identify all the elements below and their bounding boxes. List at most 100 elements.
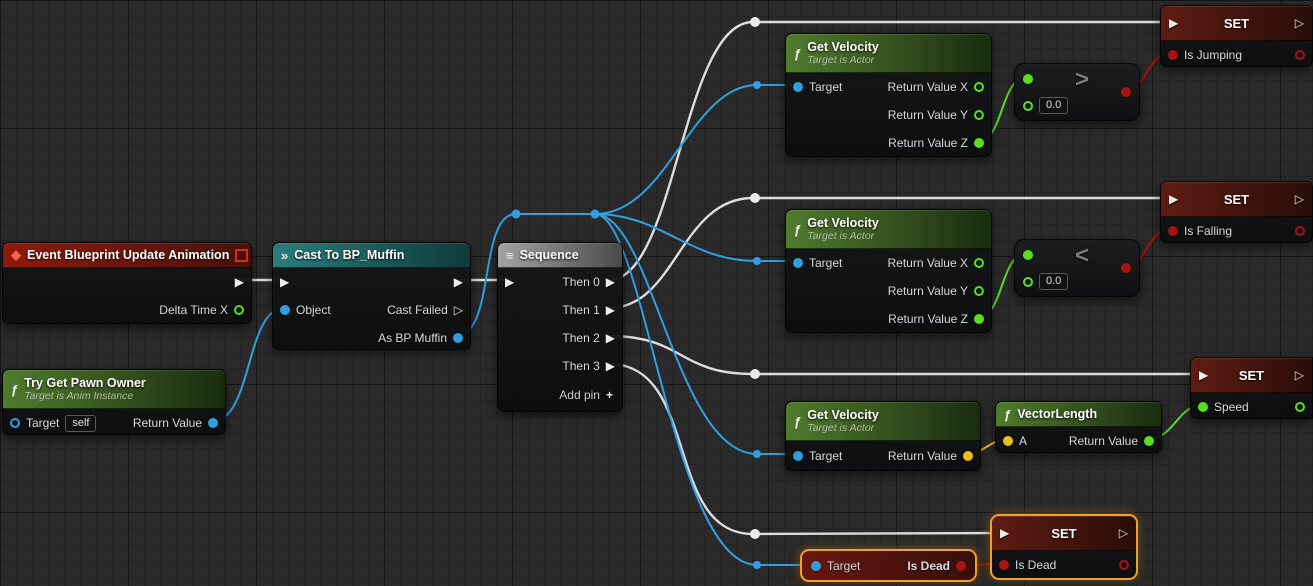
compare-result-pin[interactable] bbox=[1121, 87, 1131, 97]
compare-result-pin[interactable] bbox=[1121, 263, 1131, 273]
is-falling-out-pin[interactable] bbox=[1295, 226, 1305, 236]
reroute-obj-4[interactable] bbox=[753, 257, 761, 265]
event-blueprint-update-animation-node[interactable]: ◈ Event Blueprint Update Animation ▶ Del… bbox=[2, 242, 252, 324]
is-jumping-out-pin[interactable] bbox=[1295, 50, 1305, 60]
target-pin[interactable] bbox=[10, 418, 20, 428]
delta-time-pin[interactable] bbox=[234, 305, 244, 315]
greater-than-node[interactable]: > 0.0 bbox=[1014, 63, 1140, 121]
reroute-obj-1[interactable] bbox=[511, 209, 521, 219]
set-is-jumping-node[interactable]: ▶ SET ▷ Is Jumping bbox=[1160, 5, 1313, 67]
get-velocity-node-3[interactable]: ƒ Get Velocity Target is Actor Target Re… bbox=[785, 401, 981, 471]
exec-out-pin[interactable]: ▷ bbox=[1119, 527, 1128, 539]
pin-label: Return Value Z bbox=[888, 312, 968, 326]
try-get-pawn-owner-node[interactable]: ƒ Try Get Pawn Owner Target is Anim Inst… bbox=[2, 369, 226, 435]
node-header[interactable]: ≡ Sequence bbox=[498, 243, 622, 268]
add-pin-button[interactable]: Add pin + bbox=[498, 380, 622, 410]
reroute-exec-4[interactable] bbox=[750, 529, 760, 539]
node-header[interactable]: ƒ Get Velocity Target is Actor bbox=[786, 402, 980, 441]
sequence-node[interactable]: ≡ Sequence ▶ Then 0 ▶ Then 1 ▶ Then 2 ▶ … bbox=[497, 242, 623, 412]
get-velocity-node-1[interactable]: ƒ Get Velocity Target is Actor Target Re… bbox=[785, 33, 992, 157]
compare-input-b-pin[interactable] bbox=[1023, 276, 1033, 287]
reroute-obj-2[interactable] bbox=[590, 209, 600, 219]
object-pin[interactable] bbox=[280, 305, 290, 315]
return-value-pin[interactable] bbox=[208, 418, 218, 428]
reroute-obj-3[interactable] bbox=[753, 81, 761, 89]
get-velocity-node-2[interactable]: ƒ Get Velocity Target is Actor Target Re… bbox=[785, 209, 992, 333]
reroute-exec-2[interactable] bbox=[750, 193, 760, 203]
exec-in-pin[interactable]: ▶ bbox=[1000, 527, 1009, 539]
return-value-pin[interactable] bbox=[963, 451, 973, 461]
less-than-node[interactable]: < 0.0 bbox=[1014, 239, 1140, 297]
set-is-dead-node[interactable]: ▶ SET ▷ Is Dead bbox=[990, 514, 1138, 580]
compare-value-input[interactable]: 0.0 bbox=[1039, 273, 1069, 290]
compare-input-a-pin[interactable] bbox=[1023, 250, 1033, 260]
node-header[interactable]: ◈ Event Blueprint Update Animation bbox=[3, 243, 251, 268]
is-falling-pin[interactable] bbox=[1168, 226, 1178, 236]
compare-input-a-pin[interactable] bbox=[1023, 74, 1033, 84]
target-pin[interactable] bbox=[793, 258, 803, 268]
then-3-exec-pin[interactable]: ▶ bbox=[606, 360, 615, 372]
a-pin[interactable] bbox=[1003, 436, 1013, 446]
vector-length-node[interactable]: ƒ VectorLength A Return Value bbox=[995, 401, 1162, 453]
return-x-pin[interactable] bbox=[974, 258, 984, 268]
node-header[interactable]: ƒ Get Velocity Target is Actor bbox=[786, 210, 991, 249]
pin-label: Target bbox=[26, 416, 60, 430]
compare-value-input[interactable]: 0.0 bbox=[1039, 97, 1069, 114]
then-1-exec-pin[interactable]: ▶ bbox=[606, 304, 615, 316]
set-speed-node[interactable]: ▶ SET ▷ Speed bbox=[1190, 357, 1313, 419]
then-0-exec-pin[interactable]: ▶ bbox=[606, 276, 615, 288]
node-header[interactable]: ƒ VectorLength bbox=[996, 402, 1161, 427]
node-header[interactable]: ▶ SET ▷ bbox=[1161, 6, 1312, 41]
node-title: VectorLength bbox=[1017, 407, 1098, 421]
exec-in-pin[interactable]: ▶ bbox=[1199, 369, 1208, 381]
return-z-pin[interactable] bbox=[974, 314, 984, 324]
reroute-exec-1[interactable] bbox=[750, 17, 760, 27]
node-header[interactable]: ƒ Try Get Pawn Owner Target is Anim Inst… bbox=[3, 370, 225, 409]
exec-out-pin[interactable]: ▷ bbox=[1295, 193, 1304, 205]
exec-out-pin[interactable]: ▶ bbox=[235, 276, 244, 288]
speed-pin[interactable] bbox=[1198, 402, 1208, 412]
node-header[interactable]: ▶ SET ▷ bbox=[992, 516, 1136, 551]
target-pin[interactable] bbox=[811, 560, 821, 571]
reroute-exec-3[interactable] bbox=[750, 369, 760, 379]
is-dead-out-pin[interactable] bbox=[956, 560, 966, 571]
exec-in-pin[interactable]: ▶ bbox=[505, 276, 514, 288]
graph-canvas[interactable]: ◈ Event Blueprint Update Animation ▶ Del… bbox=[0, 0, 1313, 586]
as-bp-muffin-pin[interactable] bbox=[453, 333, 463, 343]
is-dead-out-pin[interactable] bbox=[1119, 560, 1129, 570]
pin-label: Is Falling bbox=[1184, 224, 1233, 238]
exec-out-pin[interactable]: ▷ bbox=[1295, 369, 1304, 381]
get-is-dead-node[interactable]: Target Is Dead bbox=[800, 549, 977, 582]
cast-to-bp-muffin-node[interactable]: » Cast To BP_Muffin ▶ ▶ Object Cast Fail… bbox=[272, 242, 471, 350]
exec-out-pin[interactable]: ▷ bbox=[1295, 17, 1304, 29]
function-icon: ƒ bbox=[11, 381, 19, 397]
self-value-box[interactable]: self bbox=[65, 414, 97, 432]
pin-label: Target bbox=[827, 558, 861, 573]
exec-out-pin[interactable]: ▶ bbox=[454, 276, 463, 288]
set-is-falling-node[interactable]: ▶ SET ▷ Is Falling bbox=[1160, 181, 1313, 243]
then-2-exec-pin[interactable]: ▶ bbox=[606, 332, 615, 344]
reroute-obj-5[interactable] bbox=[753, 450, 761, 458]
target-pin[interactable] bbox=[793, 82, 803, 92]
exec-in-pin[interactable]: ▶ bbox=[280, 276, 289, 288]
node-header[interactable]: ▶ SET ▷ bbox=[1161, 182, 1312, 217]
cast-failed-exec-pin[interactable]: ▷ bbox=[454, 304, 463, 316]
node-title: Sequence bbox=[519, 248, 579, 262]
target-pin[interactable] bbox=[793, 451, 803, 461]
exec-in-pin[interactable]: ▶ bbox=[1169, 17, 1178, 29]
is-jumping-pin[interactable] bbox=[1168, 50, 1178, 60]
is-dead-pin[interactable] bbox=[999, 560, 1009, 570]
speed-out-pin[interactable] bbox=[1295, 402, 1305, 412]
reroute-obj-6[interactable] bbox=[753, 561, 761, 569]
compare-input-b-pin[interactable] bbox=[1023, 100, 1033, 111]
return-value-pin[interactable] bbox=[1144, 436, 1154, 446]
return-x-pin[interactable] bbox=[974, 82, 984, 92]
return-y-pin[interactable] bbox=[974, 110, 984, 120]
node-header[interactable]: » Cast To BP_Muffin bbox=[273, 243, 470, 268]
return-z-pin[interactable] bbox=[974, 138, 984, 148]
return-y-pin[interactable] bbox=[974, 286, 984, 296]
pin-label: Target bbox=[809, 256, 843, 270]
node-header[interactable]: ƒ Get Velocity Target is Actor bbox=[786, 34, 991, 73]
exec-in-pin[interactable]: ▶ bbox=[1169, 193, 1178, 205]
node-header[interactable]: ▶ SET ▷ bbox=[1191, 358, 1312, 393]
